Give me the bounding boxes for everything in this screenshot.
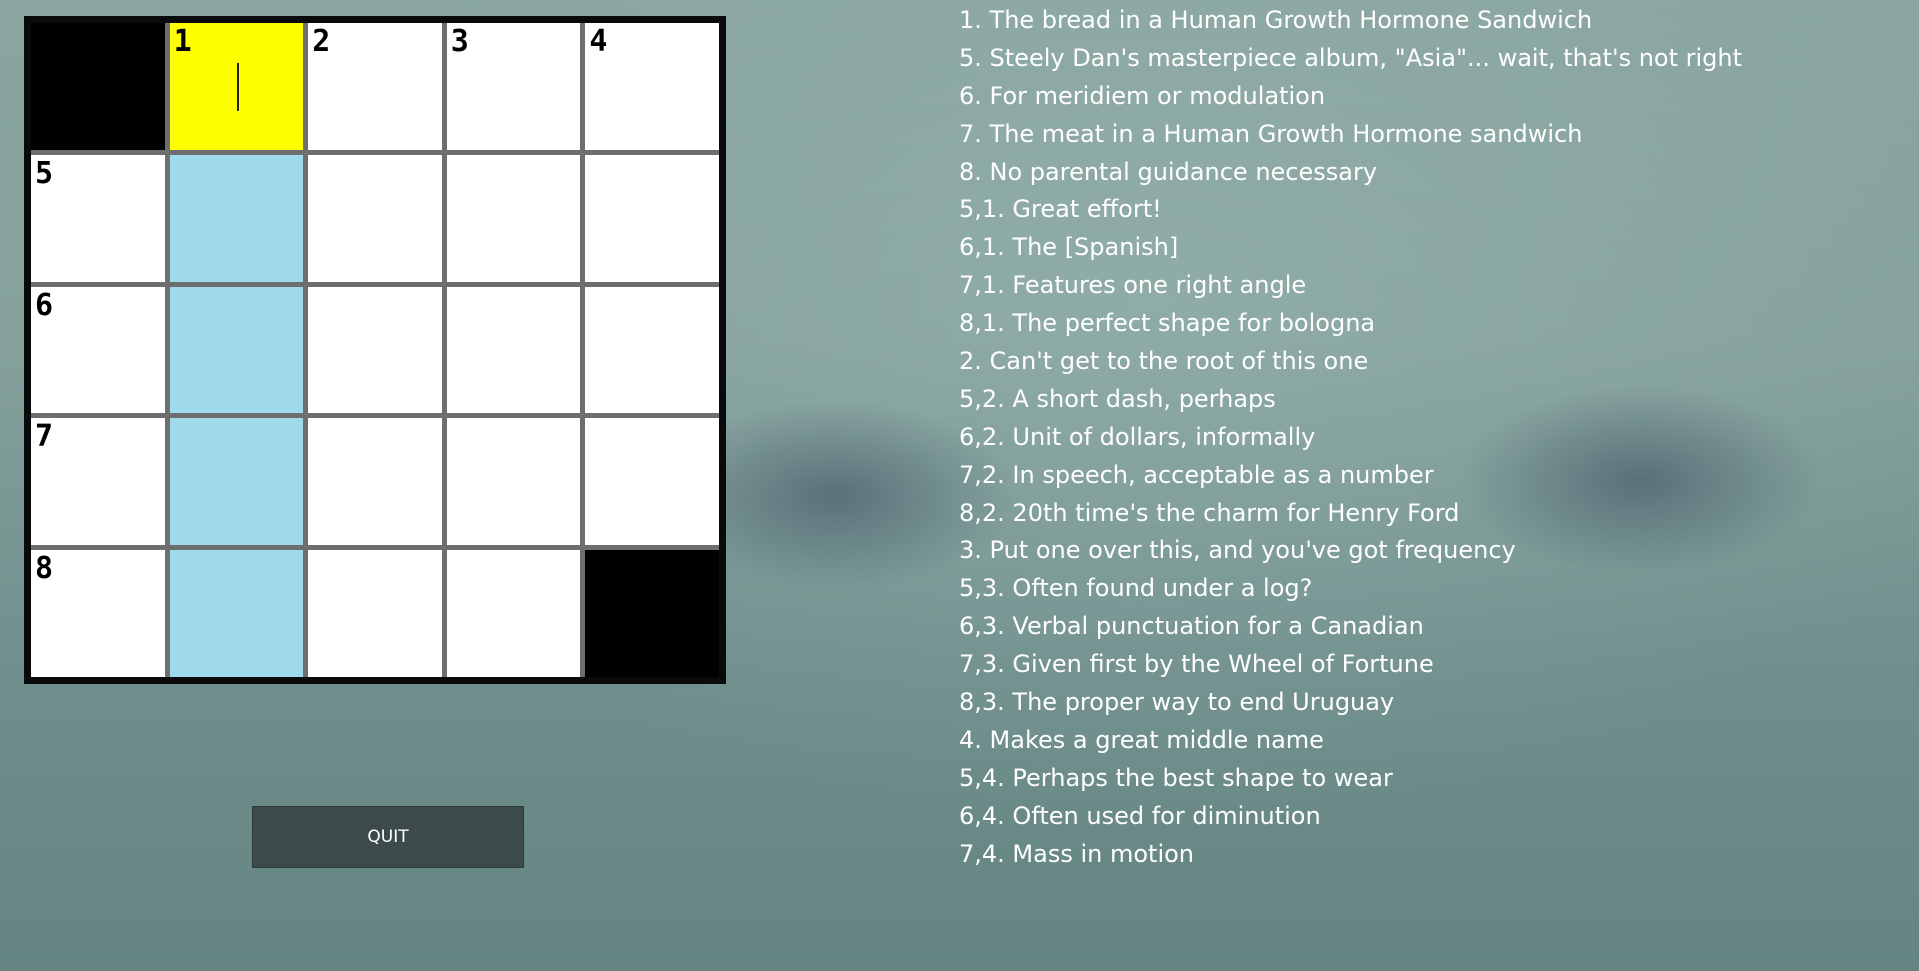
- cell-number: 5: [35, 155, 54, 191]
- crossword-cell[interactable]: 8: [31, 550, 165, 677]
- clue-item: 7,1. Features one right angle: [959, 271, 1307, 300]
- crossword-cell[interactable]: [169, 154, 304, 282]
- crossword-cell[interactable]: [308, 418, 442, 546]
- clue-list: 1. The bread in a Human Growth Hormone S…: [959, 2, 1742, 873]
- quit-button[interactable]: QUIT: [252, 806, 524, 868]
- crossword-cell[interactable]: [169, 418, 304, 546]
- clue-item: 7,4. Mass in motion: [959, 839, 1195, 868]
- clue-item: 5,1. Great effort!: [959, 195, 1162, 224]
- cell-number: 7: [35, 419, 54, 455]
- crossword-cell[interactable]: [308, 286, 442, 414]
- crossword-cell[interactable]: 1: [169, 23, 304, 150]
- clue-item: 5,4. Perhaps the best shape to wear: [959, 763, 1393, 792]
- cell-number: 1: [173, 24, 192, 59]
- crossword-grid: 1 2 3 4 5 6 7 8: [31, 23, 719, 677]
- cell-number: 6: [35, 287, 54, 323]
- crossword-cell[interactable]: 3: [446, 23, 581, 150]
- crossword-cell[interactable]: [585, 154, 719, 282]
- clue-item: 5,2. A short dash, perhaps: [959, 384, 1276, 413]
- cell-number: 2: [312, 24, 331, 59]
- clue-item: 3. Put one over this, and you've got fre…: [959, 536, 1516, 565]
- cell-number: 8: [35, 551, 54, 587]
- clue-item: 8,2. 20th time's the charm for Henry For…: [959, 498, 1460, 527]
- clue-item: 6,1. The [Spanish]: [959, 233, 1179, 262]
- clue-item: 8. No parental guidance necessary: [959, 157, 1378, 186]
- clue-item: 7,3. Given first by the Wheel of Fortune: [959, 650, 1434, 679]
- crossword-cell[interactable]: [446, 418, 581, 546]
- clue-item: 5. Steely Dan's masterpiece album, "Asia…: [959, 43, 1743, 72]
- clue-item: 2. Can't get to the root of this one: [959, 347, 1369, 376]
- crossword-cell[interactable]: 2: [308, 23, 442, 150]
- cell-number: 4: [589, 24, 608, 59]
- crossword-cell[interactable]: [446, 550, 581, 677]
- crossword-cell[interactable]: [169, 550, 304, 677]
- clue-item: 8,1. The perfect shape for bologna: [959, 309, 1376, 338]
- crossword-cell[interactable]: [446, 154, 581, 282]
- clue-item: 7. The meat in a Human Growth Hormone sa…: [959, 119, 1583, 148]
- crossword-cell[interactable]: [308, 550, 442, 677]
- clue-item: 8,3. The proper way to end Uruguay: [959, 688, 1395, 717]
- clue-item: 6. For meridiem or modulation: [959, 81, 1326, 110]
- clue-item: 6,2. Unit of dollars, informally: [959, 422, 1316, 451]
- clue-item: 1. The bread in a Human Growth Hormone S…: [959, 6, 1593, 34]
- crossword-cell[interactable]: 6: [31, 286, 165, 414]
- clue-item: 7,2. In speech, acceptable as a number: [959, 460, 1434, 489]
- crossword-block-cell: [585, 550, 719, 677]
- crossword-cell[interactable]: [585, 286, 719, 414]
- crossword-cell[interactable]: 4: [585, 23, 719, 150]
- crossword-cell[interactable]: 5: [31, 154, 165, 282]
- crossword-cell[interactable]: [585, 418, 719, 546]
- crossword-board: 1 2 3 4 5 6 7 8: [24, 16, 726, 684]
- crossword-cell[interactable]: [169, 286, 304, 414]
- clue-item: 4. Makes a great middle name: [959, 725, 1324, 754]
- cell-number: 3: [450, 24, 469, 59]
- crossword-block-cell: [31, 23, 165, 150]
- clue-item: 5,3. Often found under a log?: [959, 574, 1313, 603]
- crossword-cell[interactable]: 7: [31, 418, 165, 546]
- crossword-cell[interactable]: [308, 154, 442, 282]
- clue-item: 6,3. Verbal punctuation for a Canadian: [959, 612, 1424, 641]
- text-cursor: [236, 63, 239, 111]
- clue-item: 6,4. Often used for diminution: [959, 801, 1321, 830]
- crossword-cell[interactable]: [446, 286, 581, 414]
